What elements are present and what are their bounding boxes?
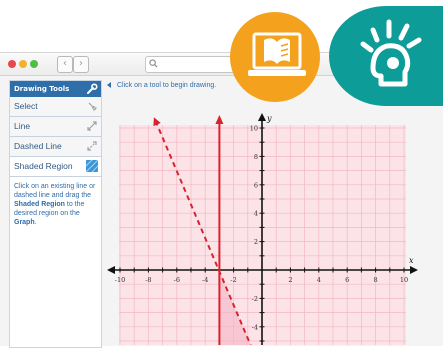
- book-badge: [230, 12, 320, 102]
- x-axis-label: x: [409, 256, 414, 265]
- solid-line-arrow: [215, 115, 224, 124]
- y-tick-label: 8: [254, 153, 258, 161]
- x-tick-label: -2: [230, 276, 236, 284]
- x-tick-label: 10: [400, 276, 408, 284]
- y-tick-label: 6: [254, 181, 258, 189]
- x-axis-right-arrow: [410, 266, 418, 274]
- idea-badge: [329, 6, 443, 106]
- x-tick-label: 6: [345, 276, 349, 284]
- laptop-book-icon: [248, 32, 306, 76]
- x-tick-label: 2: [288, 276, 292, 284]
- x-tick-label: -6: [174, 276, 180, 284]
- x-tick-label: 8: [374, 276, 378, 284]
- x-tick-label: 4: [317, 276, 321, 284]
- y-tick-label: -4: [252, 323, 258, 331]
- x-axis-left-arrow: [107, 266, 115, 274]
- y-tick-label: 10: [250, 125, 258, 133]
- y-axis-arrow: [258, 113, 266, 121]
- x-tick-label: -10: [115, 276, 125, 284]
- y-tick-label: 4: [254, 210, 258, 218]
- x-tick-label: -4: [202, 276, 208, 284]
- y-axis-label: y: [266, 114, 272, 123]
- y-tick-label: 2: [254, 238, 258, 246]
- x-tick-label: -8: [145, 276, 151, 284]
- lightbulb-head-icon: [360, 19, 422, 87]
- y-tick-label: -2: [252, 295, 258, 303]
